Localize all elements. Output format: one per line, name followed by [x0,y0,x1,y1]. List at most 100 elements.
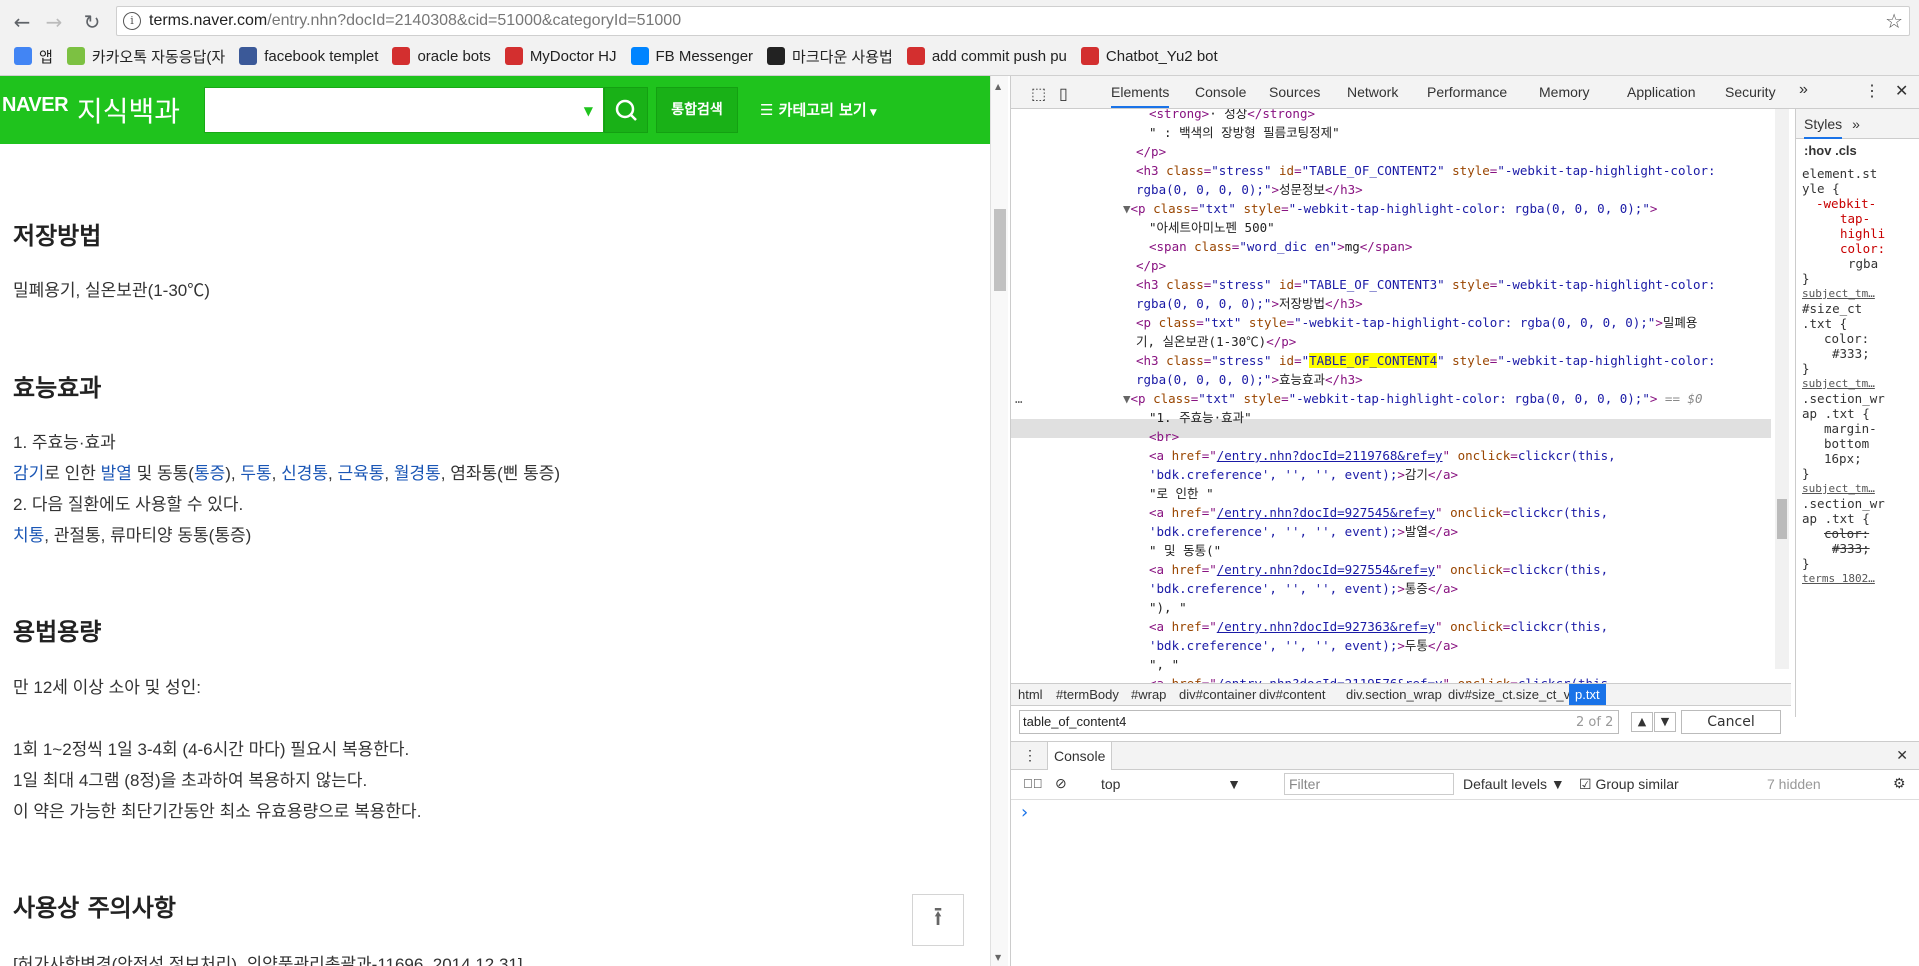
device-toggle-icon[interactable]: ▯ [1059,84,1068,104]
dom-line[interactable]: 'bdk.creference', '', '', event);>발열</a> [1149,522,1458,541]
breadcrumb-item[interactable]: #termBody [1056,687,1119,702]
bookmark-item[interactable]: FB Messenger [630,47,753,65]
elements-search-input[interactable]: table_of_content4 [1019,710,1619,734]
tab-performance[interactable]: Performance [1427,84,1507,100]
close-devtools-icon[interactable]: ✕ [1895,81,1908,101]
breadcrumb-item[interactable]: div#container [1179,687,1256,702]
breadcrumb-item[interactable]: div#size_ct.size_ct_v2 [1448,687,1577,702]
breadcrumb-item[interactable]: #wrap [1131,687,1166,702]
dom-line[interactable]: 기, 실온보관(1-30℃)</p> [1136,332,1296,351]
tab-memory[interactable]: Memory [1539,84,1590,100]
style-source-link[interactable]: terms 1802… [1802,571,1914,586]
dom-line[interactable]: ▼<p class="txt" style="-webkit-tap-highl… [1123,199,1657,218]
dom-line[interactable]: <a href="/entry.nhn?docId=927545&ref=y" … [1149,503,1608,522]
cls-toggle[interactable]: .cls [1835,143,1857,158]
dom-line-selected[interactable]: ▼<p class="txt" style="-webkit-tap-highl… [1123,389,1703,408]
tab-security[interactable]: Security [1725,84,1776,100]
bookmark-item[interactable]: 앱 [14,46,53,67]
log-levels-select[interactable]: Default levels ▼ [1463,776,1565,792]
bookmark-item[interactable]: oracle bots [392,47,491,65]
bookmark-item[interactable]: 마크다운 사용법 [767,46,893,67]
dropdown-arrow-icon[interactable]: ▼ [584,104,593,118]
integrated-search-button[interactable]: 통합검색 [656,87,738,133]
dom-line[interactable]: "1. 주효능·효과" [1149,408,1252,427]
console-prompt[interactable]: › [1021,802,1028,823]
href-link[interactable]: /entry.nhn?docId=2119768&ref=y [1217,448,1443,463]
href-link[interactable]: /entry.nhn?docId=2119576&ref=y [1217,676,1443,683]
dom-line[interactable]: <br> [1149,427,1179,446]
bookmark-star-icon[interactable]: ☆ [1885,9,1903,33]
search-next-button[interactable]: ▼ [1654,712,1676,732]
search-cancel-button[interactable]: Cancel [1681,710,1781,734]
naver-logo[interactable]: NAVER [2,94,69,117]
style-source-link[interactable]: subject_tm… [1802,481,1914,496]
dom-line[interactable]: </p> [1136,256,1166,275]
dom-line[interactable]: <a href="/entry.nhn?docId=927363&ref=y" … [1149,617,1608,636]
close-drawer-icon[interactable]: ✕ [1896,747,1908,764]
style-source-link[interactable]: subject_tm… [1802,286,1914,301]
tab-styles[interactable]: Styles [1804,116,1843,139]
link-toothache[interactable]: 치통 [13,526,44,545]
dom-line[interactable]: <h3 class="stress" id="TABLE_OF_CONTENT4… [1136,351,1716,370]
dom-line[interactable]: " : 백색의 장방형 필름코팅정제" [1149,123,1340,142]
dom-line[interactable]: <a href="/entry.nhn?docId=927554&ref=y" … [1149,560,1608,579]
context-select[interactable]: top ▼ [1101,776,1241,792]
bookmark-item[interactable]: add commit push pu [906,47,1067,65]
dom-line[interactable]: <p class="txt" style="-webkit-tap-highli… [1136,313,1697,332]
sidebar-toggle-icon[interactable]: ▶⃞ [1023,776,1043,791]
bookmark-item[interactable]: 카카오톡 자동응답(자 [66,46,225,67]
info-icon[interactable]: i [123,12,141,30]
tab-network[interactable]: Network [1347,84,1398,100]
reload-icon[interactable]: ↻ [78,8,106,36]
href-link[interactable]: /entry.nhn?docId=927554&ref=y [1217,562,1435,577]
href-link[interactable]: /entry.nhn?docId=927545&ref=y [1217,505,1435,520]
dom-line[interactable]: 'bdk.creference', '', '', event);>두통</a> [1149,636,1458,655]
term-link[interactable]: 월경통 [394,464,441,483]
drawer-menu-icon[interactable]: ⋮ [1023,747,1037,764]
dom-line[interactable]: 'bdk.creference', '', '', event);>감기</a> [1149,465,1458,484]
page-scroll-thumb[interactable] [994,209,1006,291]
tab-console[interactable]: Console [1195,84,1246,100]
breadcrumb-item[interactable]: p.txt [1569,684,1606,705]
scroll-down-icon[interactable]: ▼ [995,953,1001,962]
inspect-icon[interactable]: ⬚ [1031,84,1046,104]
bookmark-item[interactable]: Chatbot_Yu2 bot [1080,47,1218,65]
dom-line[interactable]: <a href="/entry.nhn?docId=2119576&ref=y"… [1149,674,1616,683]
service-name[interactable]: 지식백과 [77,90,180,130]
dom-line[interactable]: 'bdk.creference', '', '', event);>통증</a> [1149,579,1458,598]
term-link[interactable]: 두통 [240,464,271,483]
dom-line[interactable]: rgba(0, 0, 0, 0);">저장방법</h3> [1136,294,1363,313]
style-source-link[interactable]: subject_tm… [1802,376,1914,391]
elements-scrollbar[interactable] [1775,109,1789,669]
dom-line[interactable]: rgba(0, 0, 0, 0);">효능효과</h3> [1136,370,1363,389]
elements-scroll-thumb[interactable] [1777,499,1787,539]
scroll-to-top-button[interactable]: ⭱ [912,894,964,946]
dom-line[interactable]: <h3 class="stress" id="TABLE_OF_CONTENT3… [1136,275,1716,294]
more-icon[interactable]: » [1852,116,1860,132]
kebab-menu-icon[interactable]: ⋮ [1864,81,1880,101]
tab-sources[interactable]: Sources [1269,84,1320,100]
dom-line[interactable]: <h3 class="stress" id="TABLE_OF_CONTENT2… [1136,161,1716,180]
category-menu-button[interactable]: ☰ 카테고리 보기 ▼ [760,99,877,120]
ellipsis-icon[interactable]: … [1015,389,1023,408]
dom-line[interactable]: "아세트아미노펜 500" [1149,218,1275,237]
breadcrumb-item[interactable]: div.section_wrap [1346,687,1442,702]
console-filter-input[interactable]: Filter [1284,773,1454,795]
page-scrollbar[interactable]: ▲ ▼ [990,76,1008,966]
tab-application[interactable]: Application [1627,84,1696,100]
tab-elements[interactable]: Elements [1111,84,1170,108]
clear-console-icon[interactable]: ⊘ [1055,775,1067,792]
search-button[interactable] [604,87,648,133]
dom-line[interactable]: ", " [1149,655,1179,674]
hov-toggle[interactable]: :hov [1804,143,1831,158]
search-prev-button[interactable]: ▲ [1631,712,1653,732]
term-link[interactable]: 통증 [194,464,225,483]
scroll-up-icon[interactable]: ▲ [995,82,1001,91]
group-similar-checkbox[interactable]: ☑ Group similar [1579,776,1679,793]
term-link[interactable]: 발열 [101,464,132,483]
dom-line[interactable]: " 및 동통(" [1149,541,1221,560]
dom-line[interactable]: <span class="word_dic en">mg</span> [1149,237,1412,256]
bookmark-item[interactable]: facebook templet [239,47,378,65]
term-link[interactable]: 근육통 [337,464,384,483]
dom-line[interactable]: rgba(0, 0, 0, 0);">성문정보</h3> [1136,180,1363,199]
